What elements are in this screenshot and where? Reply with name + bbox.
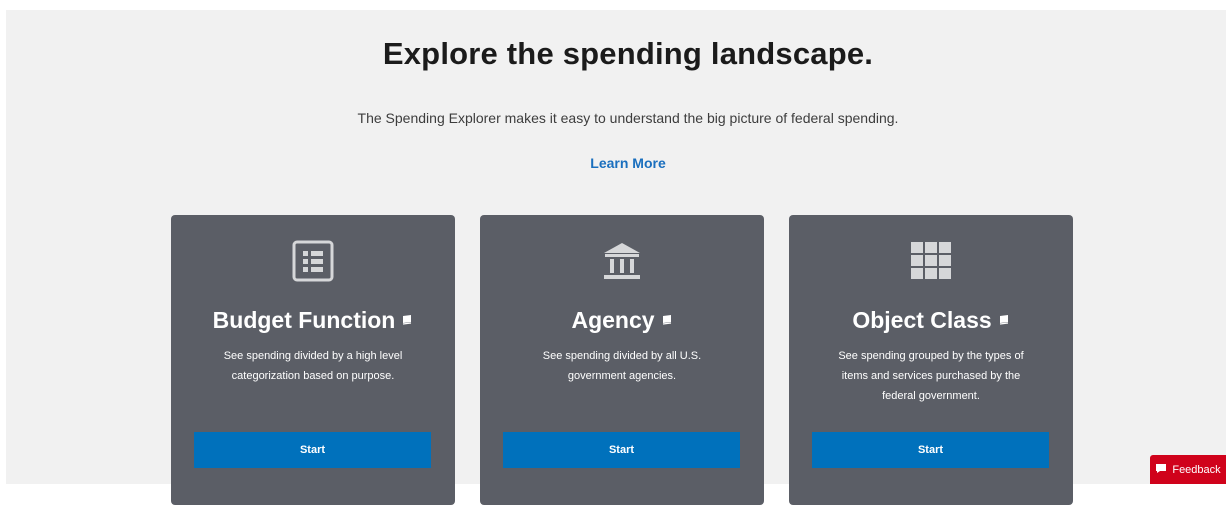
start-button[interactable]: Start bbox=[503, 432, 740, 468]
list-icon bbox=[171, 237, 455, 285]
card-title: Budget Function bbox=[171, 307, 455, 334]
card-description: See spending divided by a high level cat… bbox=[223, 350, 403, 382]
card-title-text: Object Class bbox=[852, 307, 992, 333]
budget-function-card: Budget Function See spending divided by … bbox=[171, 215, 455, 505]
agency-card: Agency See spending divided by all U.S. … bbox=[480, 215, 764, 505]
explorer-landing: Explore the spending landscape. The Spen… bbox=[6, 10, 1226, 505]
start-button[interactable]: Start bbox=[194, 432, 431, 468]
card-title: Agency bbox=[480, 307, 764, 334]
learn-more-link[interactable]: Learn More bbox=[6, 155, 1226, 171]
glossary-icon[interactable] bbox=[998, 305, 1010, 332]
object-class-card: Object Class See spending grouped by the… bbox=[789, 215, 1073, 505]
feedback-button[interactable]: Feedback bbox=[1150, 455, 1226, 484]
card-description: See spending divided by all U.S. governm… bbox=[542, 350, 702, 382]
card-title-text: Budget Function bbox=[212, 307, 396, 333]
page-title: Explore the spending landscape. bbox=[382, 36, 874, 71]
glossary-icon[interactable] bbox=[401, 305, 413, 332]
start-button[interactable]: Start bbox=[812, 432, 1049, 468]
card-title-text: Agency bbox=[571, 307, 655, 333]
glossary-icon[interactable] bbox=[661, 305, 673, 332]
grid-icon bbox=[789, 237, 1073, 285]
feedback-label: Feedback bbox=[1172, 463, 1221, 476]
bank-icon bbox=[480, 237, 764, 285]
page-subtitle: The Spending Explorer makes it easy to u… bbox=[357, 110, 899, 126]
card-title: Object Class bbox=[789, 307, 1073, 334]
card-description: See spending grouped by the types of ite… bbox=[838, 350, 1024, 402]
chat-icon bbox=[1155, 463, 1167, 477]
